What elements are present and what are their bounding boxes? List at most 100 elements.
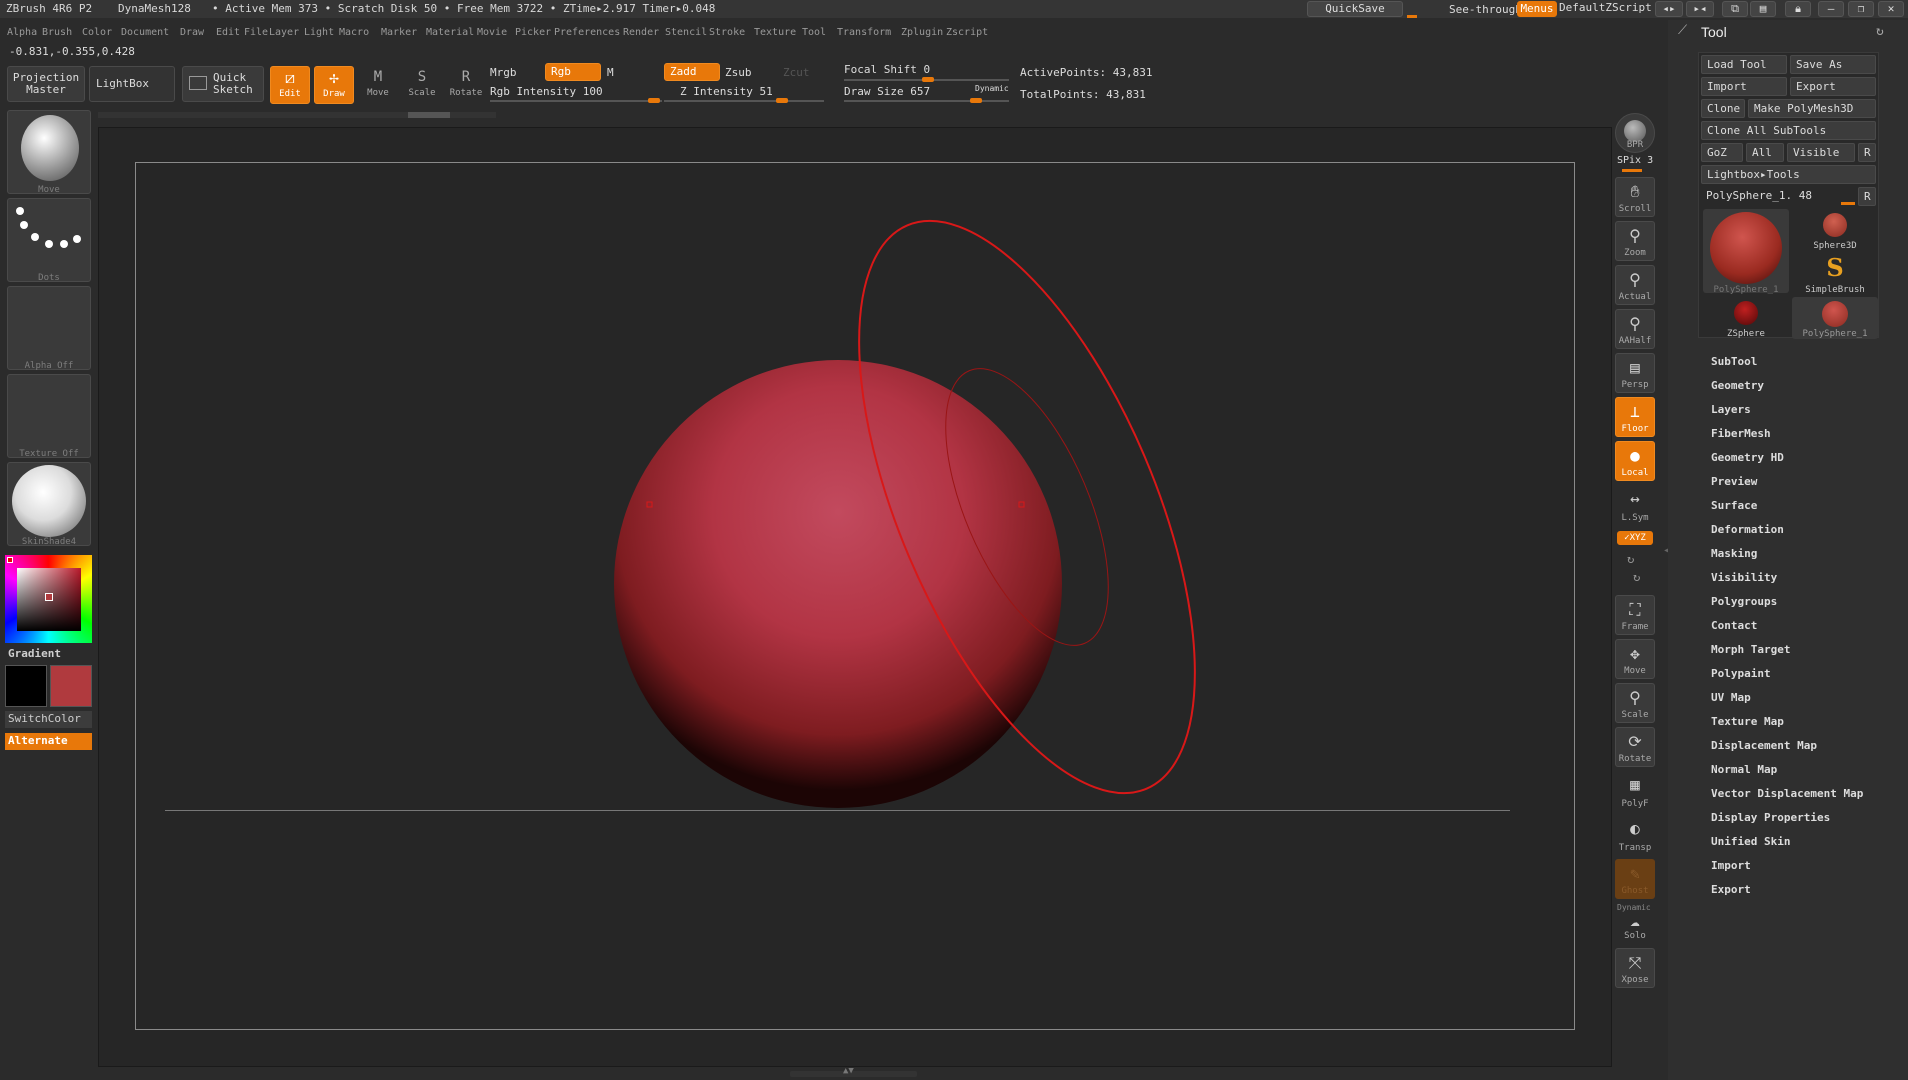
persp-button[interactable]: ▤ Persp — [1615, 353, 1655, 393]
tool-thumb-polysphere-2[interactable]: PolySphere_1 — [1792, 297, 1878, 339]
menu-fibermesh[interactable]: FiberMesh — [1711, 427, 1771, 440]
xpose-arrows-icon: ⤧ — [1628, 953, 1642, 972]
menu-morph-target[interactable]: Morph Target — [1711, 643, 1790, 656]
menu-subtool[interactable]: SubTool — [1711, 355, 1757, 368]
floor-icon: ⊥ — [1630, 402, 1640, 421]
menu-unified-skin[interactable]: Unified Skin — [1711, 835, 1790, 848]
menu-layers[interactable]: Layers — [1711, 403, 1751, 416]
load-tool-button[interactable]: Load Tool — [1701, 55, 1787, 74]
goz-visible-button[interactable]: Visible — [1787, 143, 1855, 162]
menu-uv-map[interactable]: UV Map — [1711, 691, 1751, 704]
ghost-icon: ✎ — [1630, 864, 1640, 883]
menu-displacement-map[interactable]: Displacement Map — [1711, 739, 1817, 752]
scroll-button[interactable]: ✋︎ Scroll — [1615, 177, 1655, 217]
symmetry-arrows-icon: ↔ — [1630, 489, 1640, 508]
zoom-label: Zoom — [1624, 248, 1646, 258]
solo-icon: ☁ — [1630, 911, 1640, 930]
expand-arrow-icon: ▲▼ — [843, 1066, 854, 1076]
spix-slider[interactable] — [1622, 169, 1642, 172]
goz-button[interactable]: GoZ — [1701, 143, 1743, 162]
sphere3d-icon — [1823, 213, 1847, 237]
tool-thumb-polysphere[interactable]: PolySphere_1 — [1703, 209, 1789, 295]
lsym-button[interactable]: ↔ L.Sym — [1615, 485, 1655, 525]
palette-reset-icon[interactable]: ↻ — [1876, 24, 1884, 39]
menu-masking[interactable]: Masking — [1711, 547, 1757, 560]
rotate-z-icon[interactable]: ↻ — [1633, 570, 1640, 584]
current-tool-label: PolySphere_1. 48 — [1706, 189, 1812, 202]
rotate-y-icon[interactable]: ↻ — [1627, 552, 1634, 566]
spix-label[interactable]: SPix 3 — [1617, 155, 1653, 166]
xpose-button[interactable]: ⤧ Xpose — [1615, 948, 1655, 988]
local-icon: ● — [1630, 446, 1640, 465]
actual-size-icon: ⚲ — [1629, 270, 1641, 289]
menu-preview[interactable]: Preview — [1711, 475, 1757, 488]
current-tool-slider[interactable]: PolySphere_1. 48 — [1701, 187, 1855, 206]
actual-label: Actual — [1618, 292, 1652, 302]
bottom-tray-toggle[interactable]: ▲▼ — [790, 1066, 917, 1077]
save-as-button[interactable]: Save As — [1790, 55, 1876, 74]
clone-button[interactable]: Clone — [1701, 99, 1745, 118]
tool-thumb-simplebrush[interactable]: S SimpleBrush — [1792, 253, 1878, 295]
ghost-label: Ghost — [1621, 886, 1649, 896]
ghost-button[interactable]: ✎ Ghost — [1615, 859, 1655, 899]
polyf-button[interactable]: ▦ PolyF — [1615, 771, 1655, 811]
bpr-button[interactable]: BPR — [1615, 113, 1655, 153]
local-label: Local — [1621, 468, 1649, 478]
actual-button[interactable]: ⚲ Actual — [1615, 265, 1655, 305]
menu-polygroups[interactable]: Polygroups — [1711, 595, 1777, 608]
goz-all-button[interactable]: All — [1746, 143, 1784, 162]
floor-label: Floor — [1621, 424, 1649, 434]
menu-normal-map[interactable]: Normal Map — [1711, 763, 1777, 776]
solo-button[interactable]: ☁ Solo — [1615, 911, 1655, 943]
menu-import[interactable]: Import — [1711, 859, 1751, 872]
goz-r-button[interactable]: R — [1858, 143, 1876, 162]
xyz-button[interactable]: ✓XYZ — [1617, 531, 1653, 545]
lightbox-tools-button[interactable]: Lightbox▸Tools — [1701, 165, 1876, 184]
tool-thumb-caption-3: ZSphere — [1727, 329, 1765, 339]
scroll-hand-icon: ✋︎ — [1630, 182, 1640, 201]
menu-export[interactable]: Export — [1711, 883, 1751, 896]
menu-visibility[interactable]: Visibility — [1711, 571, 1777, 584]
local-button[interactable]: ● Local — [1615, 441, 1655, 481]
zsphere-icon — [1734, 301, 1758, 325]
clone-all-subtools-button[interactable]: Clone All SubTools — [1701, 121, 1876, 140]
tool-thumb-caption-2: SimpleBrush — [1805, 285, 1865, 295]
menu-geometry[interactable]: Geometry — [1711, 379, 1764, 392]
export-button[interactable]: Export — [1790, 77, 1876, 96]
frame-icon: ⛶ — [1629, 600, 1641, 619]
menu-polypaint[interactable]: Polypaint — [1711, 667, 1771, 680]
aahalf-label: AAHalf — [1618, 336, 1652, 346]
move-view-button[interactable]: ✥ Move — [1615, 639, 1655, 679]
scale-view-button[interactable]: ⚲ Scale — [1615, 683, 1655, 723]
lsym-label: L.Sym — [1621, 513, 1649, 523]
menu-deformation[interactable]: Deformation — [1711, 523, 1784, 536]
polysphere-mesh[interactable] — [614, 360, 1062, 808]
menu-surface[interactable]: Surface — [1711, 499, 1757, 512]
tool-palette-title[interactable]: Tool — [1701, 24, 1727, 40]
import-button[interactable]: Import — [1701, 77, 1787, 96]
menu-geometry-hd[interactable]: Geometry HD — [1711, 451, 1784, 464]
tool-r-button[interactable]: R — [1858, 187, 1876, 206]
tool-thumb-zsphere[interactable]: ZSphere — [1703, 297, 1789, 339]
aahalf-button[interactable]: ⚲ AAHalf — [1615, 309, 1655, 349]
current-tool-handle[interactable] — [1841, 202, 1855, 205]
palette-pin-icon[interactable]: ⟋ — [1678, 23, 1687, 38]
menu-display-properties[interactable]: Display Properties — [1711, 811, 1830, 824]
tool-thumb-caption-0: PolySphere_1 — [1713, 285, 1779, 295]
transp-button[interactable]: ◐ Transp — [1615, 815, 1655, 855]
menu-texture-map[interactable]: Texture Map — [1711, 715, 1784, 728]
menu-vector-displacement-map[interactable]: Vector Displacement Map — [1711, 787, 1863, 800]
frame-button[interactable]: ⛶ Frame — [1615, 595, 1655, 635]
tool-thumb-caption-1: Sphere3D — [1813, 241, 1857, 251]
bpr-label: BPR — [1626, 140, 1644, 150]
persp-label: Persp — [1621, 380, 1649, 390]
tool-thumb-sphere3d[interactable]: Sphere3D — [1792, 209, 1878, 251]
rotate-view-button[interactable]: ⟳ Rotate — [1615, 727, 1655, 767]
zoom-button[interactable]: ⚲ Zoom — [1615, 221, 1655, 261]
menu-contact[interactable]: Contact — [1711, 619, 1757, 632]
polysphere-icon — [1710, 212, 1782, 284]
floor-button[interactable]: ⊥ Floor — [1615, 397, 1655, 437]
zoom-icon: ⚲ — [1629, 226, 1641, 245]
make-polymesh-button[interactable]: Make PolyMesh3D — [1748, 99, 1876, 118]
polysphere-small-icon — [1822, 301, 1848, 327]
